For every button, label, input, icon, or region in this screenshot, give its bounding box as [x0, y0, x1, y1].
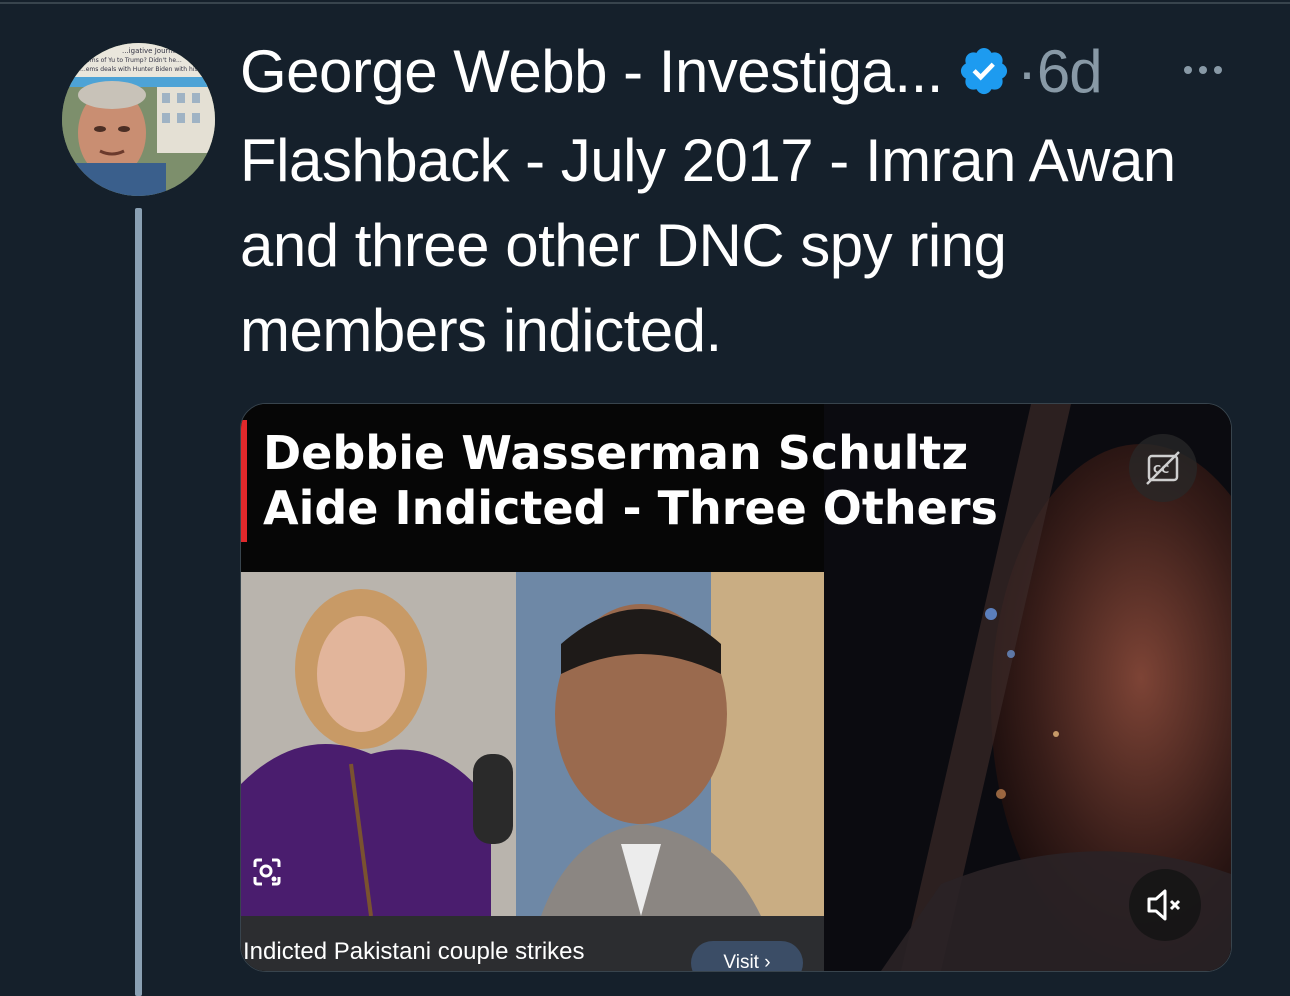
thread-line: [135, 208, 142, 996]
tweet-screen: ...igative Journalist ... ...ms of Yu to…: [0, 0, 1290, 996]
avatar-caption-line-3: ...ems deals with Hunter Biden with his.…: [80, 66, 203, 73]
closed-captions-button[interactable]: CC: [1129, 434, 1197, 502]
video-caption: Indicted Pakistani couple strikes: [243, 938, 585, 965]
visit-button[interactable]: Visit ›: [691, 941, 803, 971]
top-divider: [0, 2, 1290, 4]
headline-line-1: Debbie Wasserman Schultz: [263, 426, 969, 480]
mute-button[interactable]: [1129, 869, 1201, 941]
headline-accent-bar: [241, 420, 247, 542]
tweet-header: George Webb - Investiga... · 6d: [240, 36, 1103, 106]
headline-line-2: Aide Indicted - Three Others: [263, 481, 998, 535]
avatar-image: ...igative Journalist ... ...ms of Yu to…: [62, 43, 215, 196]
video-media[interactable]: Debbie Wasserman Schultz Aide Indicted -…: [240, 403, 1232, 972]
tweet-timestamp[interactable]: 6d: [1037, 37, 1103, 106]
image-search-icon[interactable]: [251, 856, 283, 888]
author-name[interactable]: George Webb - Investiga...: [240, 37, 943, 106]
avatar-caption-line-1: ...igative Journalist ...: [122, 47, 196, 55]
video-headline: Debbie Wasserman Schultz Aide Indicted -…: [263, 426, 1023, 536]
header-separator: ·: [1016, 37, 1037, 105]
tweet-text: Flashback - July 2017 - Imran Awan and t…: [240, 127, 1176, 364]
volume-muted-icon: [1147, 889, 1181, 921]
verified-badge-icon: [957, 44, 1011, 98]
closed-captions-off-icon: CC: [1146, 451, 1180, 485]
avatar-caption-line-2: ...ms of Yu to Trump? Didn't he...: [84, 57, 182, 64]
author-avatar[interactable]: ...igative Journalist ... ...ms of Yu to…: [62, 43, 215, 196]
more-options-icon[interactable]: [1180, 60, 1226, 80]
